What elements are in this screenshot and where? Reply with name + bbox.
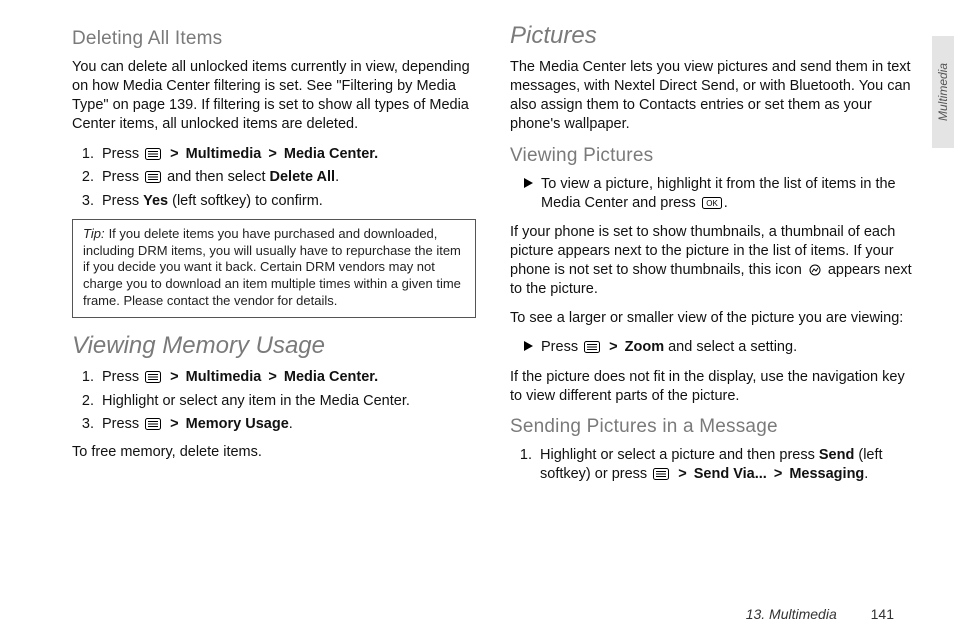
menu-key-icon: [145, 171, 161, 183]
text: Press: [102, 146, 143, 162]
svg-text:OK: OK: [706, 199, 718, 208]
step-deleting-3: Press Yes (left softkey) to confirm.: [98, 192, 476, 212]
gt-icon: >: [170, 145, 178, 165]
triangle-bullet-icon: [524, 178, 533, 188]
paragraph-memory-outro: To free memory, delete items.: [72, 443, 476, 462]
gt-icon: >: [268, 368, 276, 388]
bullet-zoom: Press > Zoom and select a setting.: [524, 338, 914, 357]
text-bold: Multimedia: [186, 146, 262, 162]
menu-key-icon: [145, 418, 161, 430]
step-memory-1: Press > Multimedia > Media Center.: [98, 368, 476, 388]
bullet-text: Press > Zoom and select a setting.: [541, 338, 797, 357]
gt-icon: >: [268, 145, 276, 165]
gt-icon: >: [774, 465, 782, 485]
footer-page-number: 141: [871, 606, 894, 622]
tip-box: Tip:If you delete items you have purchas…: [72, 219, 476, 318]
left-column: Deleting All Items You can delete all un…: [72, 22, 476, 493]
text: .: [864, 466, 868, 482]
text-bold: Messaging: [789, 466, 864, 482]
text-bold: Send Via...: [694, 466, 767, 482]
triangle-bullet-icon: [524, 341, 533, 351]
heading-deleting-all-items: Deleting All Items: [72, 28, 476, 50]
paragraph-zoom-intro: To see a larger or smaller view of the p…: [510, 309, 914, 328]
gt-icon: >: [678, 465, 686, 485]
bullet-text: To view a picture, highlight it from the…: [541, 175, 914, 213]
heading-viewing-memory-usage: Viewing Memory Usage: [72, 332, 476, 360]
menu-key-icon: [584, 341, 600, 353]
text-bold: Yes: [143, 193, 168, 209]
text: Press: [102, 369, 143, 385]
text: Press: [102, 169, 143, 185]
menu-key-icon: [145, 371, 161, 383]
menu-key-icon: [653, 468, 669, 480]
tip-body: If you delete items you have purchased a…: [83, 226, 461, 308]
page-body: Deleting All Items You can delete all un…: [0, 0, 954, 503]
text: (left softkey) to confirm.: [168, 193, 323, 209]
side-tab-label: Multimedia: [936, 63, 950, 121]
heading-sending-pictures: Sending Pictures in a Message: [510, 416, 914, 438]
text-bold: Multimedia: [186, 369, 262, 385]
step-deleting-2: Press and then select Delete All.: [98, 168, 476, 188]
heading-pictures: Pictures: [510, 22, 914, 50]
paragraph-pictures-intro: The Media Center lets you view pictures …: [510, 58, 914, 135]
steps-memory: Press > Multimedia > Media Center. Highl…: [76, 368, 476, 435]
tip-label: Tip:: [83, 226, 105, 241]
menu-key-icon: [145, 148, 161, 160]
side-tab: Multimedia: [932, 36, 954, 148]
steps-sending: Highlight or select a picture and then p…: [514, 446, 914, 485]
paragraph-deleting-intro: You can delete all unlocked items curren…: [72, 58, 476, 135]
gt-icon: >: [609, 338, 617, 357]
step-sending-1: Highlight or select a picture and then p…: [536, 446, 914, 485]
text-bold: Delete All: [270, 169, 336, 185]
gt-icon: >: [170, 415, 178, 435]
page-footer: 13. Multimedia 141: [746, 606, 894, 622]
text: .: [335, 169, 339, 185]
text-bold: Memory Usage: [186, 416, 289, 432]
text: .: [724, 195, 728, 211]
right-column: Pictures The Media Center lets you view …: [510, 22, 914, 493]
paragraph-navigation-key: If the picture does not fit in the displ…: [510, 368, 914, 406]
picture-placeholder-icon: [808, 264, 822, 276]
footer-chapter: 13. Multimedia: [746, 606, 837, 622]
text-bold: Media Center.: [284, 146, 378, 162]
text-bold: Zoom: [625, 339, 664, 355]
bullet-view-picture: To view a picture, highlight it from the…: [524, 175, 914, 213]
text: Press: [541, 339, 582, 355]
text: Press: [102, 193, 143, 209]
paragraph-thumbnails: If your phone is set to show thumbnails,…: [510, 223, 914, 300]
steps-deleting: Press > Multimedia > Media Center. Press…: [76, 145, 476, 212]
heading-viewing-pictures: Viewing Pictures: [510, 145, 914, 167]
step-memory-2: Highlight or select any item in the Medi…: [98, 392, 476, 412]
step-deleting-1: Press > Multimedia > Media Center.: [98, 145, 476, 165]
ok-key-icon: OK: [702, 197, 722, 209]
text: Highlight or select a picture and then p…: [540, 447, 819, 463]
step-memory-3: Press > Memory Usage.: [98, 415, 476, 435]
text: and select a setting.: [664, 339, 797, 355]
text-bold: Send: [819, 447, 854, 463]
text: Press: [102, 416, 143, 432]
text: .: [289, 416, 293, 432]
text: and then select: [163, 169, 269, 185]
gt-icon: >: [170, 368, 178, 388]
text-bold: Media Center.: [284, 369, 378, 385]
